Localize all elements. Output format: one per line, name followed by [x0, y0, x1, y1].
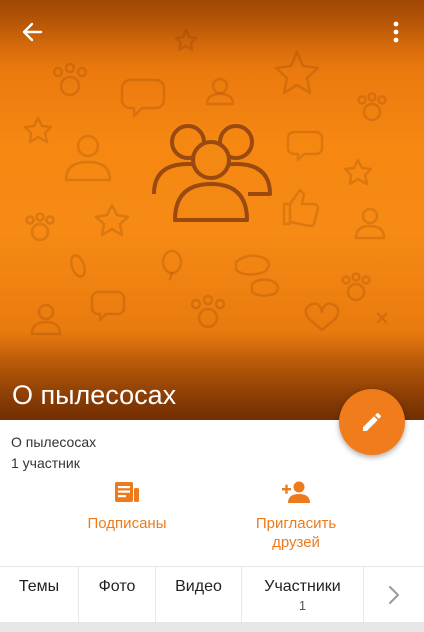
cover-top-shade — [0, 0, 424, 70]
tab-members[interactable]: Участники 1 — [242, 567, 364, 623]
tab-photo-label: Фото — [98, 578, 136, 595]
add-person-icon — [282, 481, 310, 503]
tab-video-label: Видео — [175, 578, 222, 595]
newspaper-icon — [115, 482, 139, 502]
tab-members-label: Участники — [264, 578, 341, 595]
group-info: О пылесосах 1 участник — [11, 432, 96, 474]
arrow-left-icon — [22, 22, 43, 42]
tab-topics-label: Темы — [18, 578, 60, 595]
back-button[interactable] — [14, 14, 50, 50]
subscribed-button[interactable]: Подписаны — [70, 480, 184, 533]
tabs-scroll-right-button[interactable] — [364, 567, 424, 623]
group-cover: О пылесосах — [0, 0, 424, 420]
tab-photo[interactable]: Фото — [79, 567, 156, 623]
chevron-right-icon — [389, 586, 399, 604]
subscribed-label: Подписаны — [87, 515, 167, 532]
tab-members-count: 1 — [298, 598, 307, 613]
group-actions: Подписаны Пригласить друзей — [0, 480, 424, 566]
more-options-button[interactable] — [380, 14, 412, 50]
tab-video[interactable]: Видео — [156, 567, 242, 623]
bottom-divider — [0, 622, 424, 632]
invite-friends-button[interactable]: Пригласить друзей — [232, 480, 360, 552]
edit-button[interactable] — [339, 389, 405, 455]
group-tabs: Темы Фото Видео Участники 1 — [0, 566, 424, 623]
invite-label-line2: друзей — [272, 534, 320, 551]
group-title: О пылесосах — [12, 380, 177, 410]
invite-label-line1: Пригласить — [255, 515, 337, 532]
pencil-icon — [363, 412, 381, 431]
tab-topics[interactable]: Темы — [0, 567, 79, 623]
group-people-icon — [152, 124, 272, 222]
more-vertical-icon — [393, 21, 399, 43]
members-count[interactable]: 1 участник — [11, 453, 96, 474]
group-name: О пылесосах — [11, 434, 97, 450]
